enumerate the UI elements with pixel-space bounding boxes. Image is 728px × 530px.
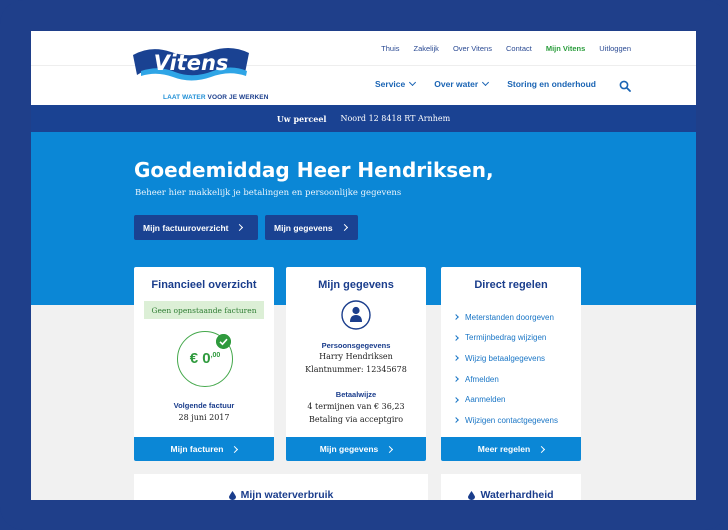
personal-data-label: Persoonsgegevens: [321, 341, 391, 350]
chevron-right-icon: [236, 223, 244, 232]
my-invoices-label: Mijn facturen: [170, 444, 224, 454]
payment-method: Betaling via acceptgiro: [308, 415, 404, 424]
parcel-address: Noord 12 8418 RT Arnhem: [340, 114, 451, 123]
link-betaalgegevens[interactable]: Wijzig betaalgegevens: [453, 348, 558, 369]
chevron-down-icon: [482, 78, 490, 87]
chevron-right-icon: [453, 396, 459, 403]
chevron-right-icon: [340, 223, 348, 232]
link-aanmelden[interactable]: Aanmelden: [453, 389, 558, 410]
my-invoices-button[interactable]: Mijn facturen: [134, 437, 274, 461]
invoice-overview-button[interactable]: Mijn factuuroverzicht: [134, 215, 258, 240]
water-hardness-card: Waterhardheid: [441, 474, 581, 500]
vitens-logo[interactable]: Vitens LAAT WATER VOOR JE WERKEN: [131, 43, 268, 101]
chevron-right-icon: [231, 445, 239, 453]
nav-service-label: Service: [375, 79, 406, 89]
search-icon[interactable]: [619, 80, 631, 92]
my-details-card: Mijn gegevens Persoonsgegevens Harry Hen…: [286, 267, 426, 461]
nav-service[interactable]: Service: [375, 78, 417, 89]
person-icon: [341, 300, 371, 330]
my-details-button[interactable]: Mijn gegevens: [265, 215, 358, 240]
parcel-label: Uw perceel: [276, 113, 327, 124]
page-title: Goedemiddag Heer Hendriksen,: [134, 158, 494, 182]
next-invoice-date: 28 juni 2017: [178, 413, 230, 422]
link-afmelden[interactable]: Afmelden: [453, 369, 558, 390]
water-usage-card: Mijn waterverbruik: [134, 474, 428, 500]
chevron-right-icon: [453, 355, 459, 362]
nav-storing-label: Storing en onderhoud: [507, 79, 596, 89]
nav-over-water-label: Over water: [434, 79, 479, 89]
my-details-footer-label: Mijn gegevens: [319, 444, 379, 454]
water-hardness-title: Waterhardheid: [441, 489, 581, 500]
my-details-label: Mijn gegevens: [274, 222, 333, 233]
chevron-right-icon: [453, 376, 459, 382]
utility-link-zakelijk[interactable]: Zakelijk: [414, 44, 439, 53]
link-contactgegevens[interactable]: Wijzigen contactgegevens: [453, 410, 558, 431]
browser-viewport: Vitens LAAT WATER VOOR JE WERKEN Thuis Z…: [31, 31, 696, 500]
financial-overview-card: Financieel overzicht Geen openstaande fa…: [134, 267, 274, 461]
hero-subtitle: Beheer hier makkelijk je betalingen en p…: [135, 188, 402, 198]
link-meterstanden[interactable]: Meterstanden doorgeven: [453, 307, 558, 328]
direct-actions-card: Direct regelen Meterstanden doorgeven Te…: [441, 267, 581, 461]
logo-tagline: LAAT WATER VOOR JE WERKEN: [163, 94, 269, 101]
nav-over-water[interactable]: Over water: [434, 78, 490, 89]
card-title: Financieel overzicht: [151, 279, 257, 291]
nav-storing[interactable]: Storing en onderhoud: [507, 79, 596, 89]
site-header: Vitens LAAT WATER VOOR JE WERKEN Thuis Z…: [31, 31, 696, 105]
utility-link-contact[interactable]: Contact: [506, 44, 532, 53]
customer-number: Klantnummer: 12345678: [305, 365, 407, 374]
device-frame: Vitens LAAT WATER VOOR JE WERKEN Thuis Z…: [0, 0, 728, 530]
utility-link-mijn-vitens[interactable]: Mijn Vitens: [546, 44, 585, 53]
balance-amount: € 0,00: [189, 350, 221, 367]
utility-nav: Thuis Zakelijk Over Vitens Contact Mijn …: [367, 44, 631, 53]
utility-link-uitloggen[interactable]: Uitloggen: [599, 44, 631, 53]
more-actions-label: Meer regelen: [477, 444, 531, 454]
chevron-down-icon: [409, 78, 417, 87]
card-title: Mijn gegevens: [318, 279, 394, 291]
main-nav: Service Over water Storing en onderhoud: [375, 78, 615, 89]
utility-link-thuis[interactable]: Thuis: [381, 44, 399, 53]
payment-method-label: Betaalwijze: [335, 390, 377, 399]
svg-text:Vitens: Vitens: [154, 51, 229, 75]
customer-name: Harry Hendriksen: [319, 352, 393, 361]
parcel-bar: Uw perceel Noord 12 8418 RT Arnhem: [31, 105, 696, 132]
next-invoice-label: Volgende factuur: [173, 401, 235, 410]
utility-link-over-vitens[interactable]: Over Vitens: [453, 44, 492, 53]
chevron-right-icon: [453, 314, 459, 321]
water-usage-title: Mijn waterverbruik: [134, 489, 428, 500]
my-details-footer-button[interactable]: Mijn gegevens: [286, 437, 426, 461]
chevron-right-icon: [386, 445, 394, 453]
chevron-right-icon: [453, 335, 459, 341]
water-drop-icon: [468, 490, 476, 500]
logo-wordmark: Vitens: [133, 47, 249, 81]
payment-terms: 4 termijnen van € 36,23: [307, 402, 405, 411]
water-drop-icon: [228, 490, 236, 500]
invoice-overview-label: Mijn factuuroverzicht: [143, 222, 229, 233]
status-badge: Geen openstaande facturen: [144, 301, 264, 319]
chevron-right-icon: [453, 417, 459, 424]
card-title: Direct regelen: [474, 279, 548, 291]
check-icon: [216, 334, 231, 349]
action-link-list: Meterstanden doorgeven Termijnbedrag wij…: [453, 307, 558, 431]
chevron-right-icon: [538, 445, 546, 453]
more-actions-button[interactable]: Meer regelen: [441, 437, 581, 461]
link-termijnbedrag[interactable]: Termijnbedrag wijzigen: [453, 328, 558, 349]
